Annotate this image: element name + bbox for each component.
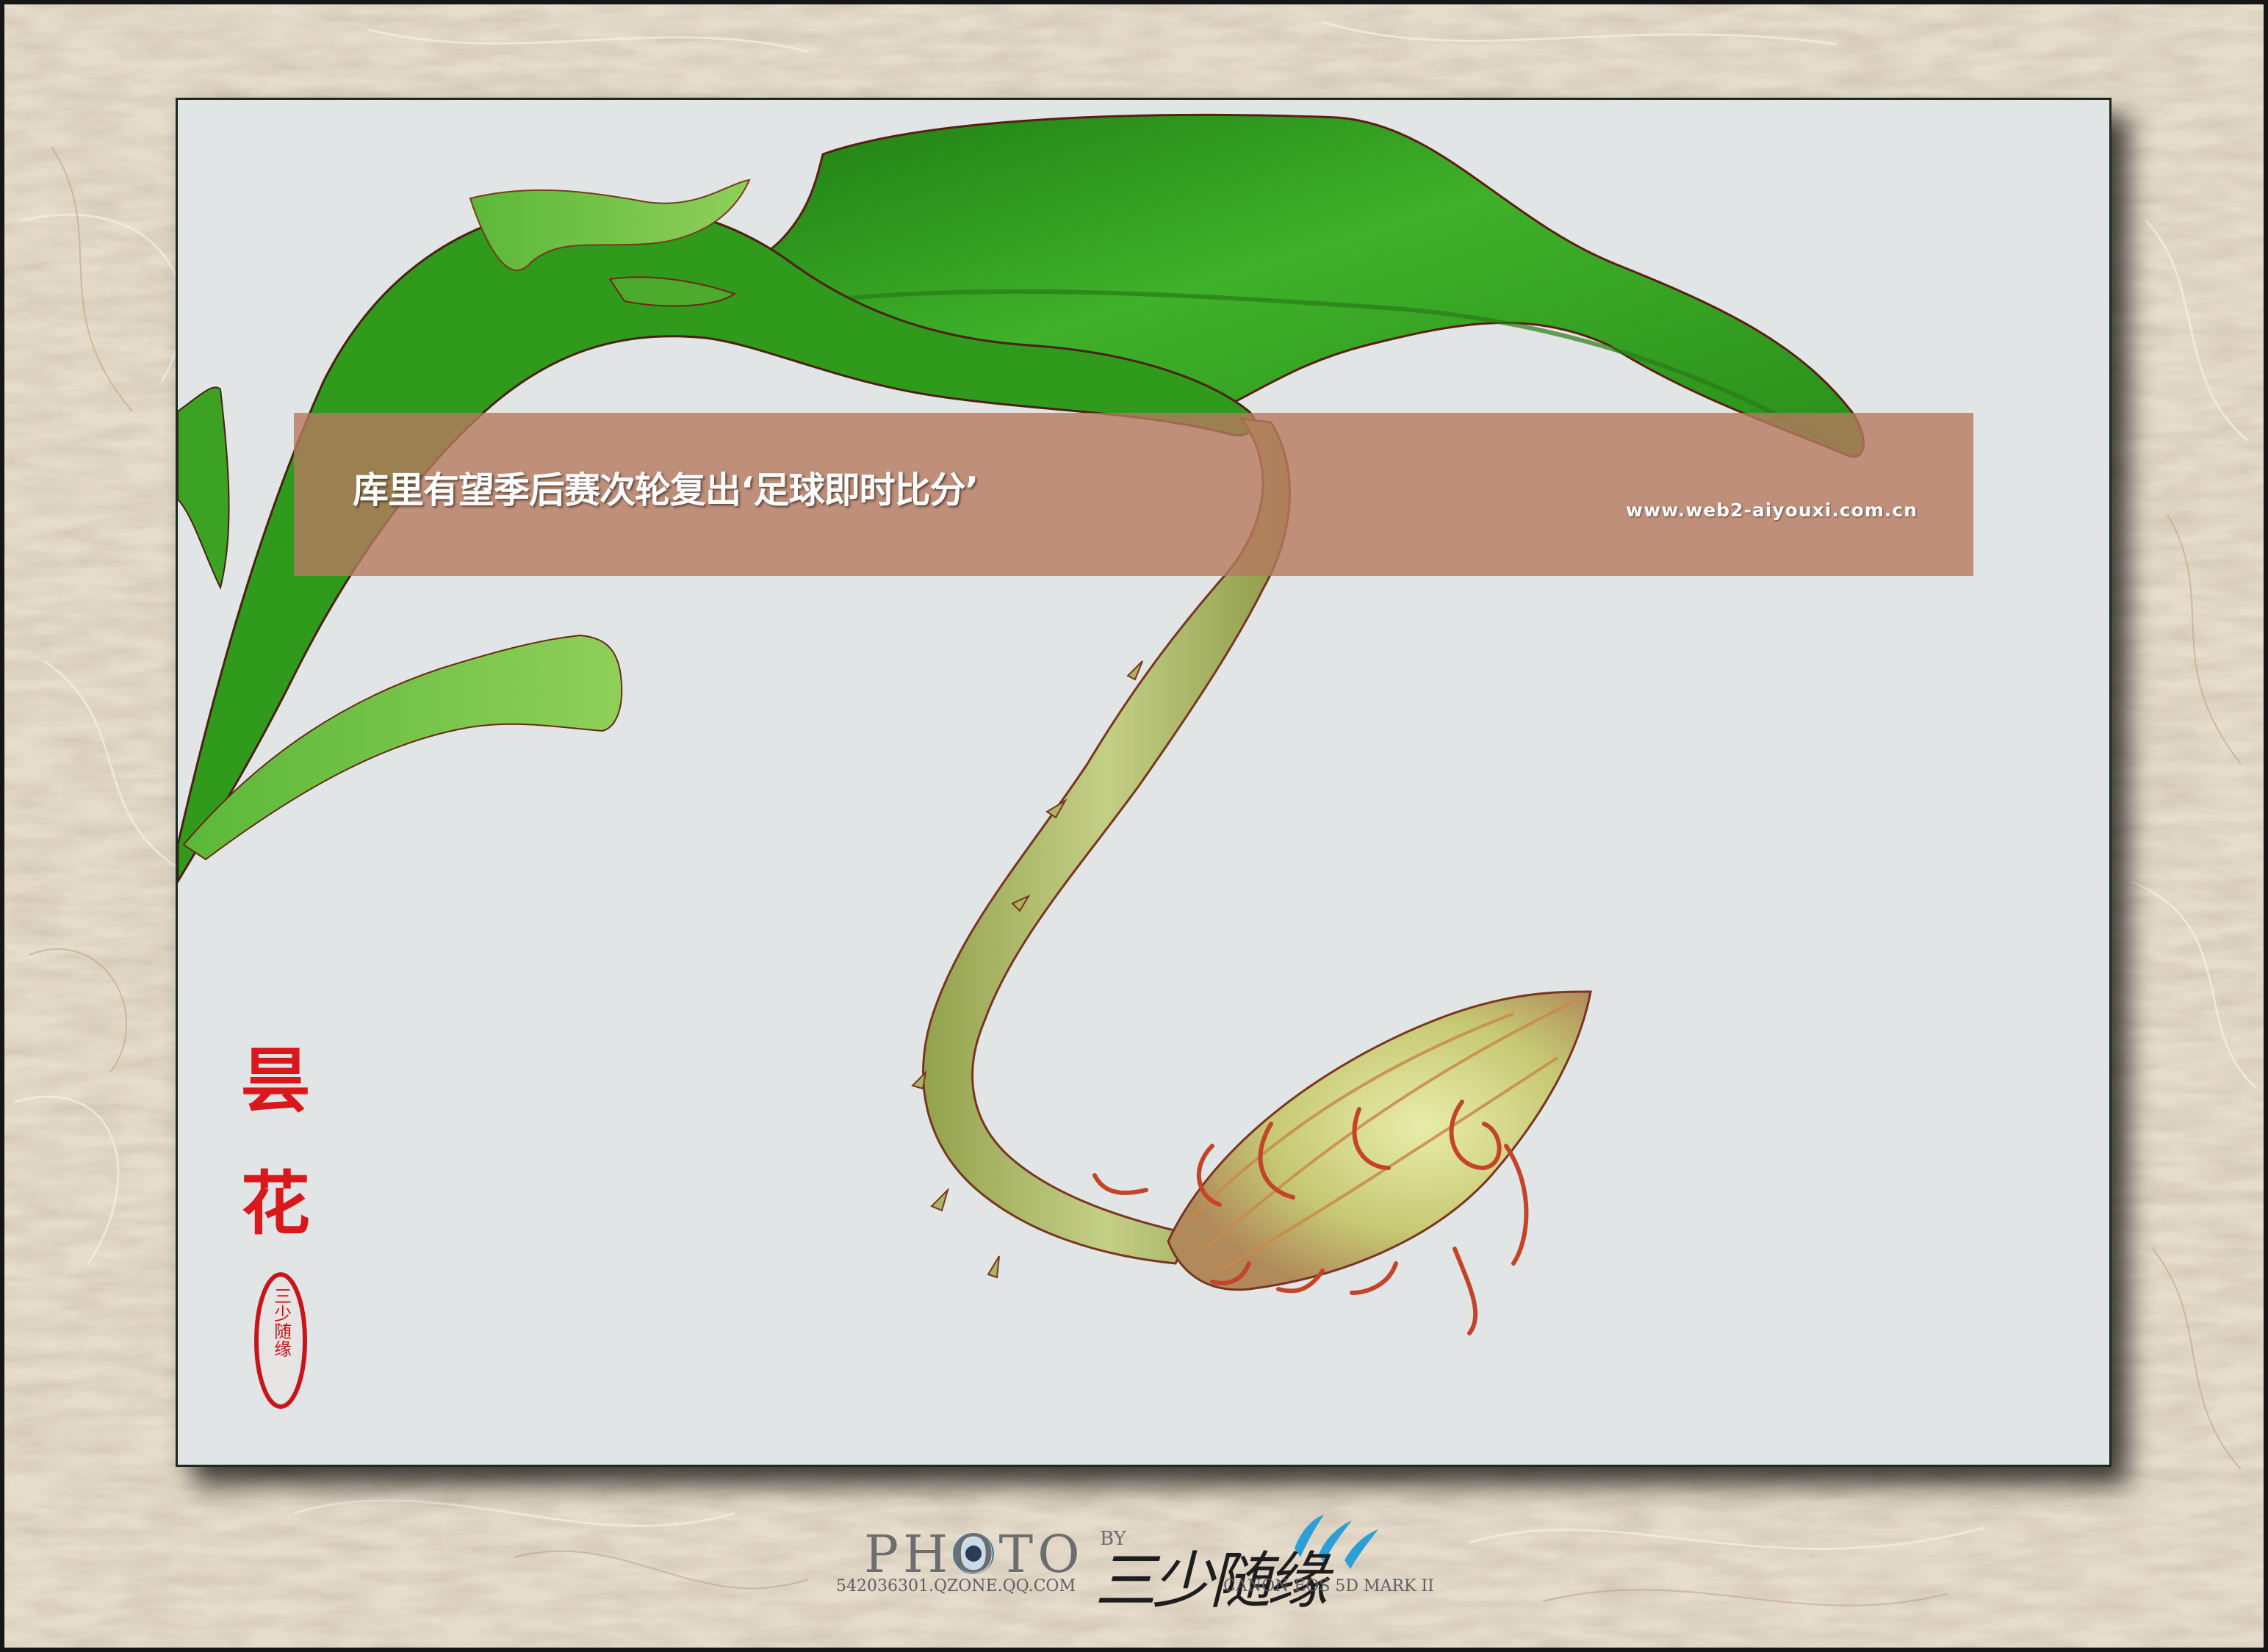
overlay-banner: 库里有望季后赛次轮复出‘足球即时比分’ www.web2-aiyouxi.com… — [294, 413, 1973, 576]
banner-title: 库里有望季后赛次轮复出‘足球即时比分’ — [353, 469, 979, 511]
title-char-1: 昙 — [241, 1041, 311, 1122]
banner-url: www.web2-aiyouxi.com.cn — [1626, 499, 1918, 521]
artwork: 库里有望季后赛次轮复出‘足球即时比分’ www.web2-aiyouxi.com… — [0, 0, 2268, 1652]
camera-label: CANON EOS 5D MARK II — [1223, 1577, 1434, 1595]
photo-watermark: PHOTO — [864, 1524, 1084, 1584]
seal-text: 三少随缘 — [270, 1287, 292, 1357]
seal-stamp: 三少随缘 — [266, 1287, 295, 1361]
signature: 三少随缘 — [1095, 1545, 1328, 1617]
scene-illustration — [0, 0, 2268, 1652]
title-char-2: 花 — [241, 1164, 311, 1244]
qzone-address: 542036301.QZONE.QQ.COM — [836, 1577, 1076, 1595]
